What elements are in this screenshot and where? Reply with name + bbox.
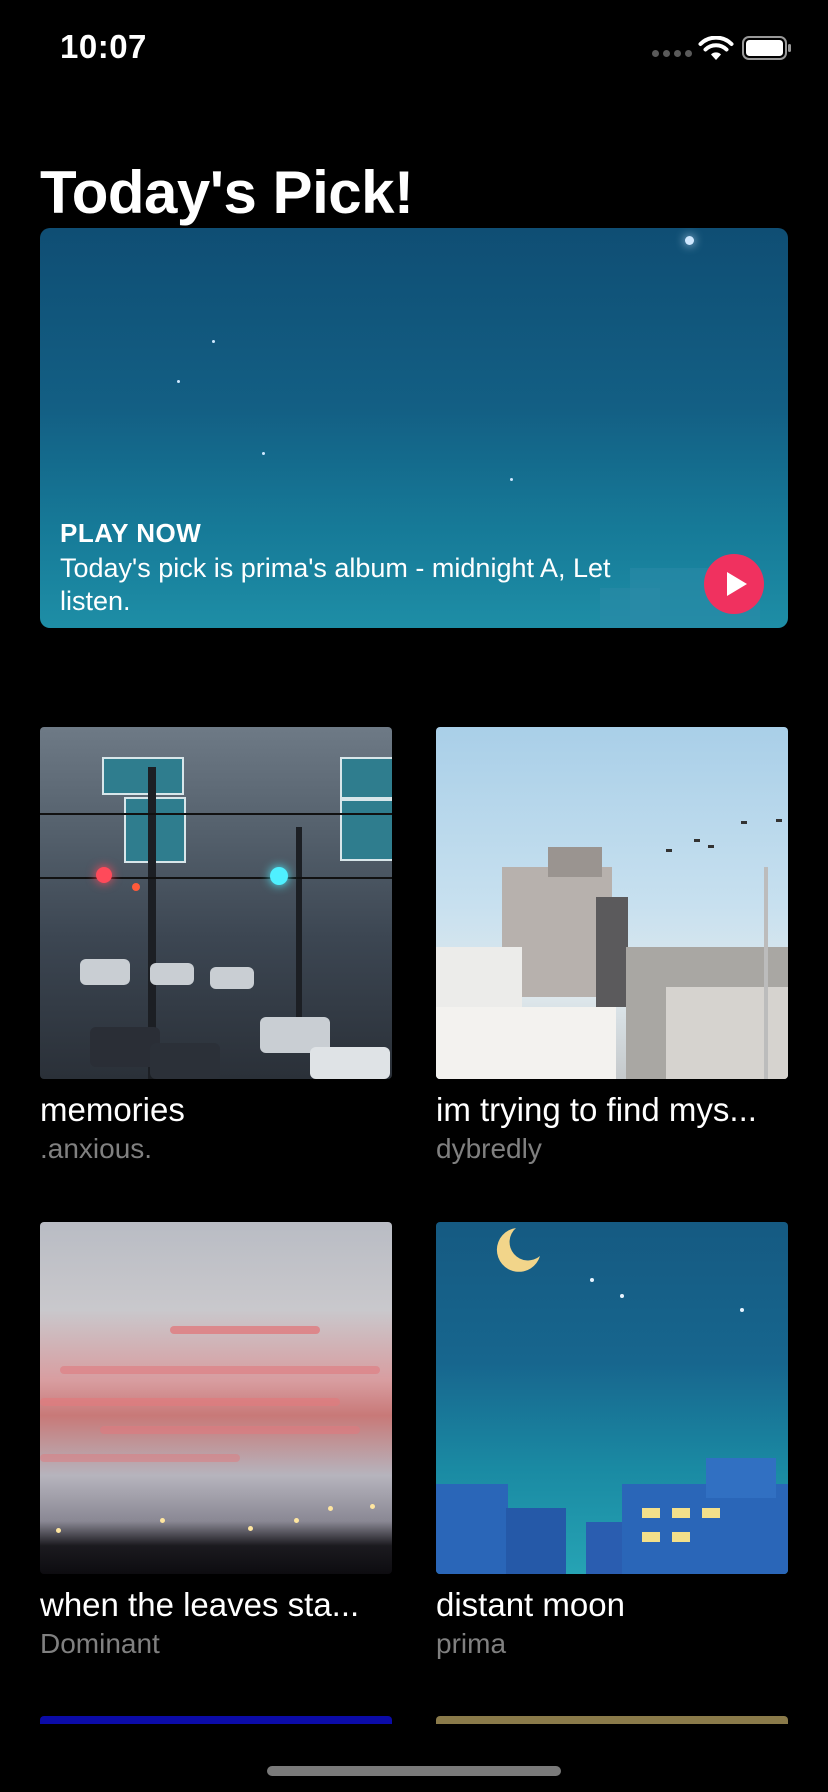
utility-pole <box>296 827 302 1027</box>
building <box>436 1484 508 1574</box>
cellular-signal-icon <box>652 50 692 57</box>
sky-star <box>590 1278 594 1282</box>
hero-star <box>262 452 265 455</box>
wifi-icon <box>698 36 734 60</box>
cloud-streak <box>60 1366 380 1374</box>
hero-star <box>685 236 694 245</box>
sky-star <box>740 1308 744 1312</box>
car <box>150 963 194 985</box>
hero-star <box>177 380 180 383</box>
street-lamp <box>328 1506 333 1511</box>
building <box>706 1458 776 1498</box>
hero-star <box>510 478 513 481</box>
street-lamp <box>160 1518 165 1523</box>
album-cover <box>40 1222 392 1574</box>
car <box>210 967 254 989</box>
album-title: im trying to find mys... <box>436 1091 757 1128</box>
moon-icon <box>496 1228 540 1272</box>
bird <box>741 821 747 824</box>
album-artist: dybredly <box>436 1133 542 1164</box>
traffic-light <box>96 867 112 883</box>
power-line <box>40 813 392 815</box>
album-card-distant-moon[interactable]: distant moon prima <box>436 1222 788 1660</box>
lit-window <box>672 1508 690 1518</box>
traffic-light <box>132 883 140 891</box>
album-card-when-the-leaves-start[interactable]: when the leaves sta... Dominant <box>40 1222 392 1660</box>
bird <box>694 839 700 842</box>
cloud-streak <box>40 1454 240 1462</box>
album-cover <box>40 727 392 1079</box>
traffic-light <box>270 867 288 885</box>
album-card-memories[interactable]: memories .anxious. <box>40 727 392 1165</box>
album-cover-partial[interactable] <box>40 1716 392 1724</box>
car <box>80 959 130 985</box>
building <box>586 1522 626 1574</box>
lit-window <box>642 1532 660 1542</box>
building <box>548 847 602 877</box>
street-lamp <box>56 1528 61 1533</box>
status-bar: 10:07 <box>0 0 828 100</box>
hero-star <box>212 340 215 343</box>
bird <box>776 819 782 822</box>
building <box>666 987 788 1079</box>
lit-window <box>702 1508 720 1518</box>
play-now-label: PLAY NOW <box>60 518 202 548</box>
street-lamp <box>370 1504 375 1509</box>
page-title: Today's Pick! <box>40 159 414 226</box>
play-button[interactable] <box>704 554 764 614</box>
utility-pole <box>764 867 768 1079</box>
building <box>596 897 628 1007</box>
cloud-streak <box>100 1426 360 1434</box>
hero-description: Today's pick is prima's album - midnight… <box>60 553 611 616</box>
play-icon <box>727 572 747 596</box>
sky-star <box>620 1294 624 1298</box>
bird <box>708 845 714 848</box>
car <box>310 1047 390 1079</box>
cloud-streak <box>40 1398 340 1406</box>
lit-window <box>642 1508 660 1518</box>
power-line <box>40 877 392 879</box>
album-cover <box>436 1222 788 1574</box>
album-cover <box>436 727 788 1079</box>
building <box>506 1508 566 1574</box>
todays-pick-card[interactable]: PLAY NOW Today's pick is prima's album -… <box>40 228 788 628</box>
battery-icon <box>742 36 791 60</box>
home-indicator[interactable] <box>267 1766 561 1776</box>
street-sign <box>102 757 184 795</box>
bird <box>666 849 672 852</box>
album-artist: .anxious. <box>40 1133 153 1164</box>
album-cover-partial[interactable] <box>436 1716 788 1724</box>
album-card-im-trying-to-find-myself[interactable]: im trying to find mys... dybredly <box>436 727 788 1165</box>
album-artist: Dominant <box>40 1628 160 1659</box>
street-lamp <box>248 1526 253 1531</box>
album-title: distant moon <box>436 1586 625 1623</box>
building <box>436 1007 616 1079</box>
album-title: memories <box>40 1091 185 1128</box>
street-sign <box>340 757 392 799</box>
album-title: when the leaves sta... <box>40 1586 360 1623</box>
album-artist: prima <box>436 1628 507 1659</box>
car <box>150 1043 220 1079</box>
street-lamp <box>294 1518 299 1523</box>
street-sign <box>340 799 392 861</box>
cloud-streak <box>170 1326 320 1334</box>
status-time: 10:07 <box>60 28 147 65</box>
lit-window <box>672 1532 690 1542</box>
